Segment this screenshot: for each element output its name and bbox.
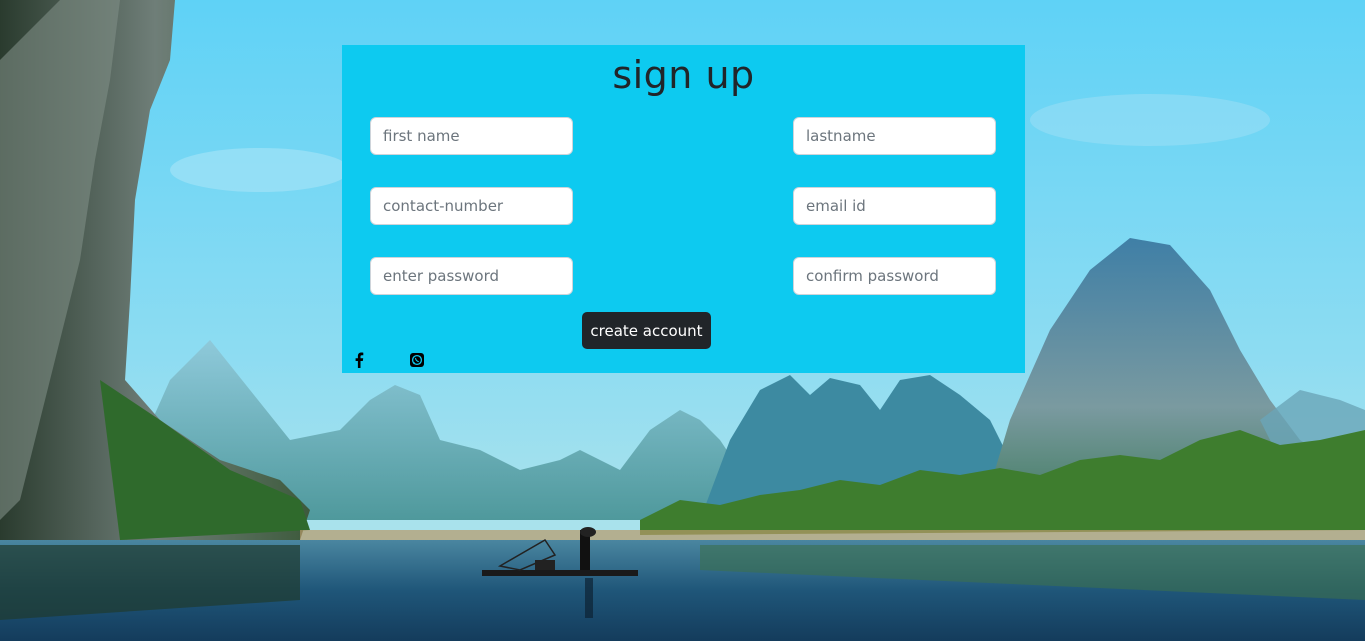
password-input[interactable] [370, 257, 573, 295]
create-account-button[interactable]: create account [582, 312, 711, 349]
whatsapp-link[interactable] [408, 353, 426, 371]
signup-card: sign up create account [342, 45, 1025, 373]
email-input[interactable] [793, 187, 996, 225]
first-name-input[interactable] [370, 117, 573, 155]
whatsapp-icon [409, 352, 425, 372]
confirm-password-input[interactable] [793, 257, 996, 295]
last-name-input[interactable] [793, 117, 996, 155]
facebook-link[interactable] [350, 352, 368, 372]
contact-number-input[interactable] [370, 187, 573, 225]
page-title: sign up [612, 53, 755, 97]
facebook-icon [354, 352, 364, 372]
